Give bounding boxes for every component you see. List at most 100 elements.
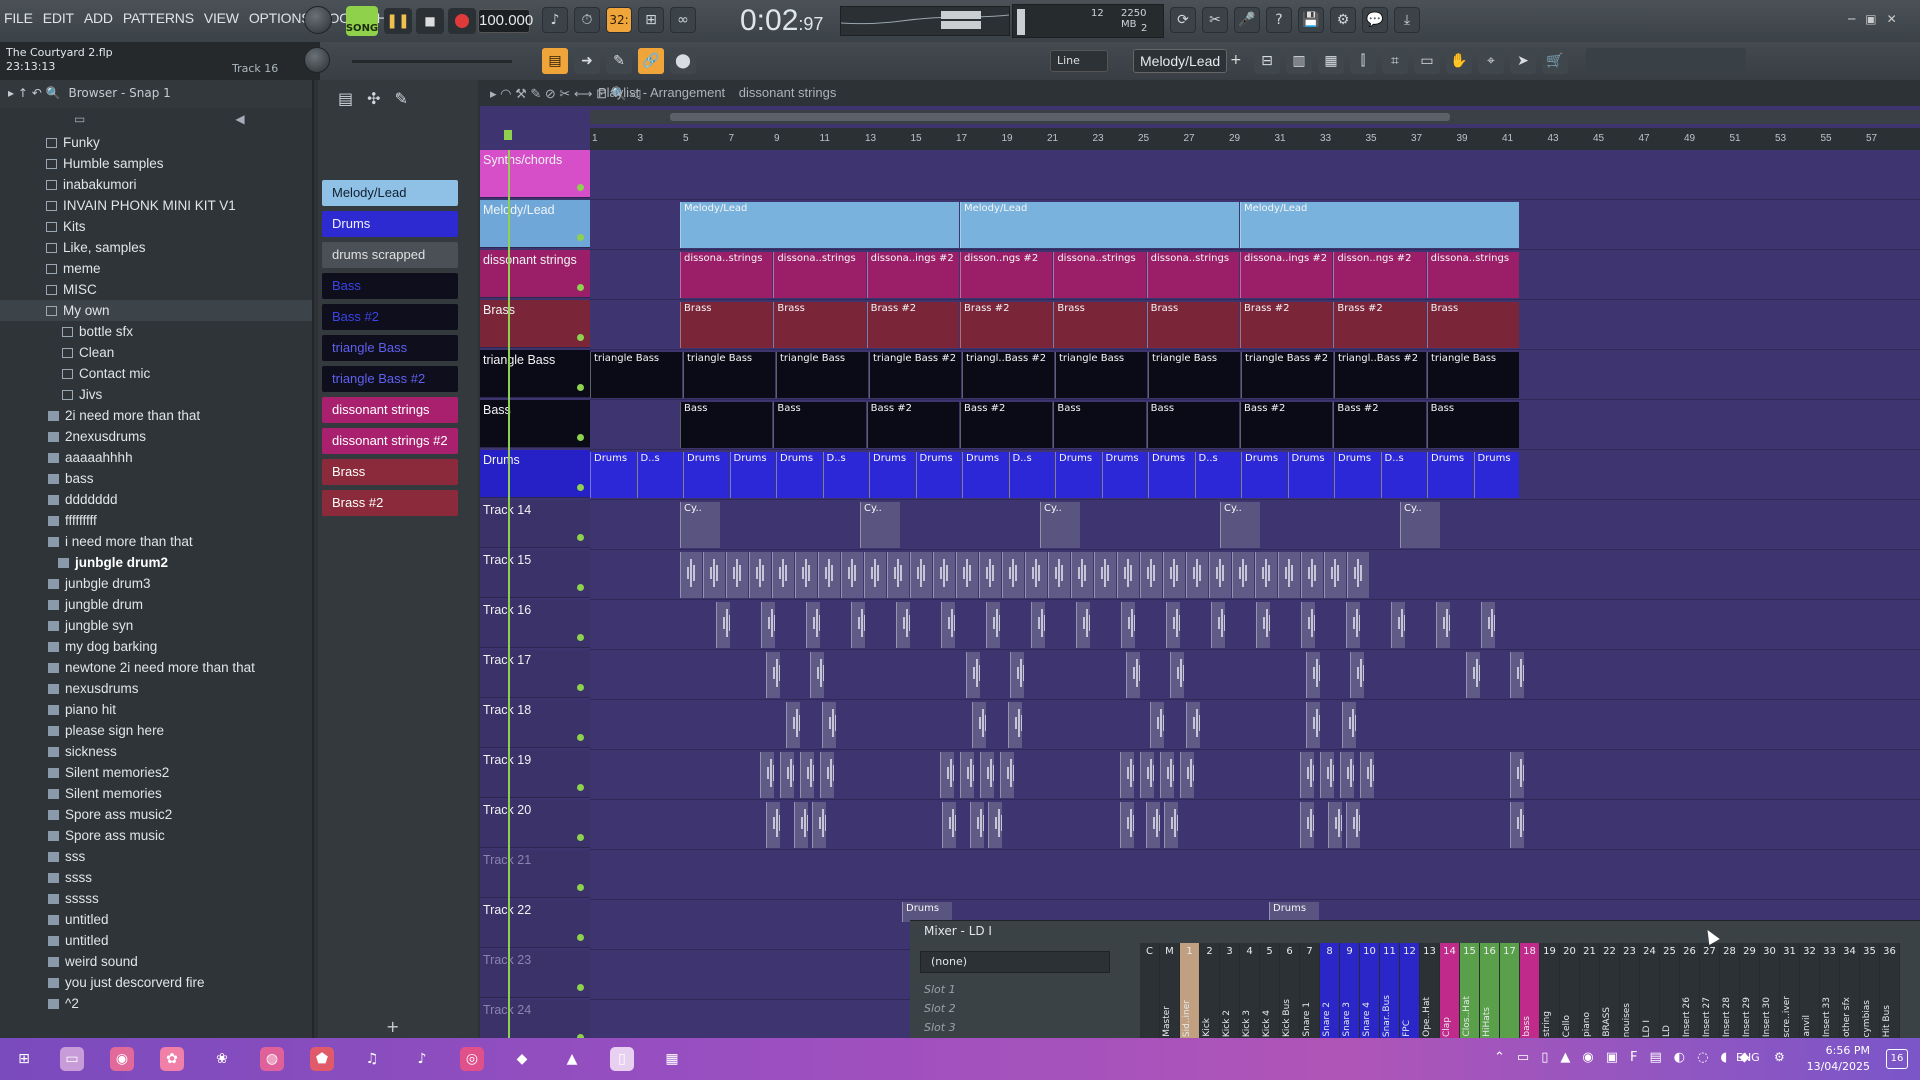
- audio-clip[interactable]: [794, 802, 808, 848]
- track-lane[interactable]: [590, 700, 1920, 750]
- pattern-clip[interactable]: Melody/Lead: [960, 202, 1239, 248]
- track-mute-led[interactable]: [577, 584, 584, 591]
- mixer-strip[interactable]: 9 Snare 3: [1340, 943, 1360, 1039]
- audio-clip[interactable]: [761, 602, 775, 648]
- mixer-strip[interactable]: 35 cymbias: [1860, 943, 1880, 1039]
- menu-edit[interactable]: EDIT: [43, 10, 74, 26]
- channel-button[interactable]: Brass #2: [322, 490, 458, 516]
- mixer-strip[interactable]: 16 HiHats: [1480, 943, 1500, 1039]
- track-mute-led[interactable]: [577, 684, 584, 691]
- audio-clip[interactable]: [1117, 552, 1139, 598]
- pattern-clip[interactable]: disson..ngs #2: [960, 252, 1053, 298]
- audio-clip[interactable]: [1306, 702, 1320, 748]
- track-lane[interactable]: [590, 650, 1920, 700]
- pattern-clip[interactable]: Bass: [773, 402, 866, 448]
- track-mute-led[interactable]: [577, 334, 584, 341]
- tray-icon-8[interactable]: ◐: [1674, 1050, 1685, 1065]
- settings-icon[interactable]: ⚙: [1774, 1050, 1785, 1064]
- mixer-strip[interactable]: 18 bass: [1520, 943, 1540, 1039]
- mixer-strip[interactable]: 24 LD I: [1640, 943, 1660, 1039]
- channel-button[interactable]: Bass: [322, 273, 458, 299]
- pattern-clip[interactable]: Cy..: [680, 502, 720, 548]
- pattern-clip[interactable]: Brass #2: [1333, 302, 1426, 348]
- pattern-clip[interactable]: dissona..strings: [1053, 252, 1146, 298]
- pattern-clip[interactable]: dissona..strings: [1426, 252, 1519, 298]
- audio-clip[interactable]: [956, 552, 978, 598]
- channel-button[interactable]: Bass #2: [322, 304, 458, 330]
- browser-item[interactable]: ddddddd: [0, 489, 312, 510]
- audio-clip[interactable]: [910, 552, 932, 598]
- browser-item[interactable]: i need more than that: [0, 531, 312, 552]
- audio-clip[interactable]: [942, 802, 956, 848]
- plugin-icon[interactable]: ⚙: [1330, 7, 1356, 33]
- channel-button[interactable]: Drums: [322, 211, 458, 237]
- close-icon[interactable]: ✕: [1887, 12, 1897, 26]
- mixer-faders-icon[interactable]: ⫿: [1350, 48, 1376, 74]
- audio-clip[interactable]: [812, 802, 826, 848]
- menu-options[interactable]: OPTIONS: [249, 10, 311, 26]
- timeline-ruler[interactable]: 1 3 5 7 9 11 13 15 17 19 21 23 25 27 29 31 33 35 37 39 41 43 4…: [590, 128, 1920, 150]
- track-header[interactable]: Synths/chords: [480, 150, 590, 198]
- audio-clip[interactable]: [1048, 552, 1070, 598]
- audio-clip[interactable]: [1120, 752, 1134, 798]
- track-header[interactable]: Track 19: [480, 750, 590, 798]
- audio-clip[interactable]: [1008, 702, 1022, 748]
- track-lane[interactable]: [590, 600, 1920, 650]
- audio-clip[interactable]: [1278, 552, 1300, 598]
- marker-icon[interactable]: ⌖: [1478, 48, 1504, 74]
- audio-clip[interactable]: [851, 602, 865, 648]
- track-header[interactable]: Track 16: [480, 600, 590, 648]
- pattern-clip[interactable]: triangle Bass: [1427, 352, 1519, 398]
- audio-clip[interactable]: [960, 752, 974, 798]
- audio-clip[interactable]: [822, 702, 836, 748]
- audio-clip[interactable]: [726, 552, 748, 598]
- mixer-strip[interactable]: 29 Insert 29: [1740, 943, 1760, 1039]
- audio-clip[interactable]: [988, 802, 1002, 848]
- audio-clip[interactable]: [1186, 702, 1200, 748]
- audio-clip[interactable]: [1186, 552, 1208, 598]
- audio-clip[interactable]: [933, 552, 955, 598]
- pattern-clip[interactable]: Drums: [1055, 452, 1101, 498]
- audio-clip[interactable]: [1160, 752, 1174, 798]
- audio-clip[interactable]: [1255, 552, 1277, 598]
- browser-item[interactable]: untitled: [0, 930, 312, 951]
- app-icon-4[interactable]: ❀: [210, 1047, 234, 1071]
- browser-item[interactable]: MISC: [0, 279, 312, 300]
- mixer-strip[interactable]: 36 Hit Bus: [1880, 943, 1900, 1039]
- track-mute-led[interactable]: [577, 934, 584, 941]
- playlist-overview-scrollbar[interactable]: [590, 110, 1920, 124]
- metronome-icon[interactable]: ♪: [542, 7, 568, 33]
- audio-clip[interactable]: [1300, 752, 1314, 798]
- audio-clip[interactable]: [1211, 602, 1225, 648]
- audio-clip[interactable]: [1346, 602, 1360, 648]
- browser-item[interactable]: ssss: [0, 867, 312, 888]
- audio-clip[interactable]: [1180, 752, 1194, 798]
- audio-clip[interactable]: [1350, 652, 1364, 698]
- touch-icon[interactable]: ✋: [1446, 48, 1472, 74]
- audio-clip[interactable]: [1121, 602, 1135, 648]
- playhead-marker[interactable]: [504, 130, 512, 140]
- audio-clip[interactable]: [820, 752, 834, 798]
- pattern-clip[interactable]: Drums: [1287, 452, 1333, 498]
- file-explorer-icon[interactable]: ▭: [60, 1047, 84, 1071]
- browser-item[interactable]: bottle sfx: [0, 321, 312, 342]
- pattern-clip[interactable]: Drums: [1427, 452, 1473, 498]
- browser-item[interactable]: fffffffff: [0, 510, 312, 531]
- browser-item[interactable]: junbgle drum2: [0, 552, 312, 573]
- app-icon-5[interactable]: ◍: [260, 1047, 284, 1071]
- network-icon[interactable]: ◌: [1697, 1050, 1708, 1065]
- browser-item[interactable]: Funky: [0, 132, 312, 153]
- microphone-icon[interactable]: 🎤: [1234, 7, 1260, 33]
- pattern-clip[interactable]: D..s: [1008, 452, 1054, 498]
- audio-clip[interactable]: [806, 602, 820, 648]
- track-header[interactable]: Track 18: [480, 700, 590, 748]
- audio-clip[interactable]: [1360, 752, 1374, 798]
- browser-item[interactable]: newtone 2i need more than that: [0, 657, 312, 678]
- track-lane[interactable]: Brass Brass Brass #2 Brass #2 Brass Brass Bras…: [590, 300, 1920, 350]
- browser-item[interactable]: Clean: [0, 342, 312, 363]
- audio-clip[interactable]: [941, 602, 955, 648]
- mixer-strip[interactable]: 20 Cello: [1560, 943, 1580, 1039]
- pattern-clip[interactable]: Brass #2: [960, 302, 1053, 348]
- song-mode-button[interactable]: SONG: [346, 6, 378, 36]
- loop-record-icon[interactable]: ∞: [670, 7, 696, 33]
